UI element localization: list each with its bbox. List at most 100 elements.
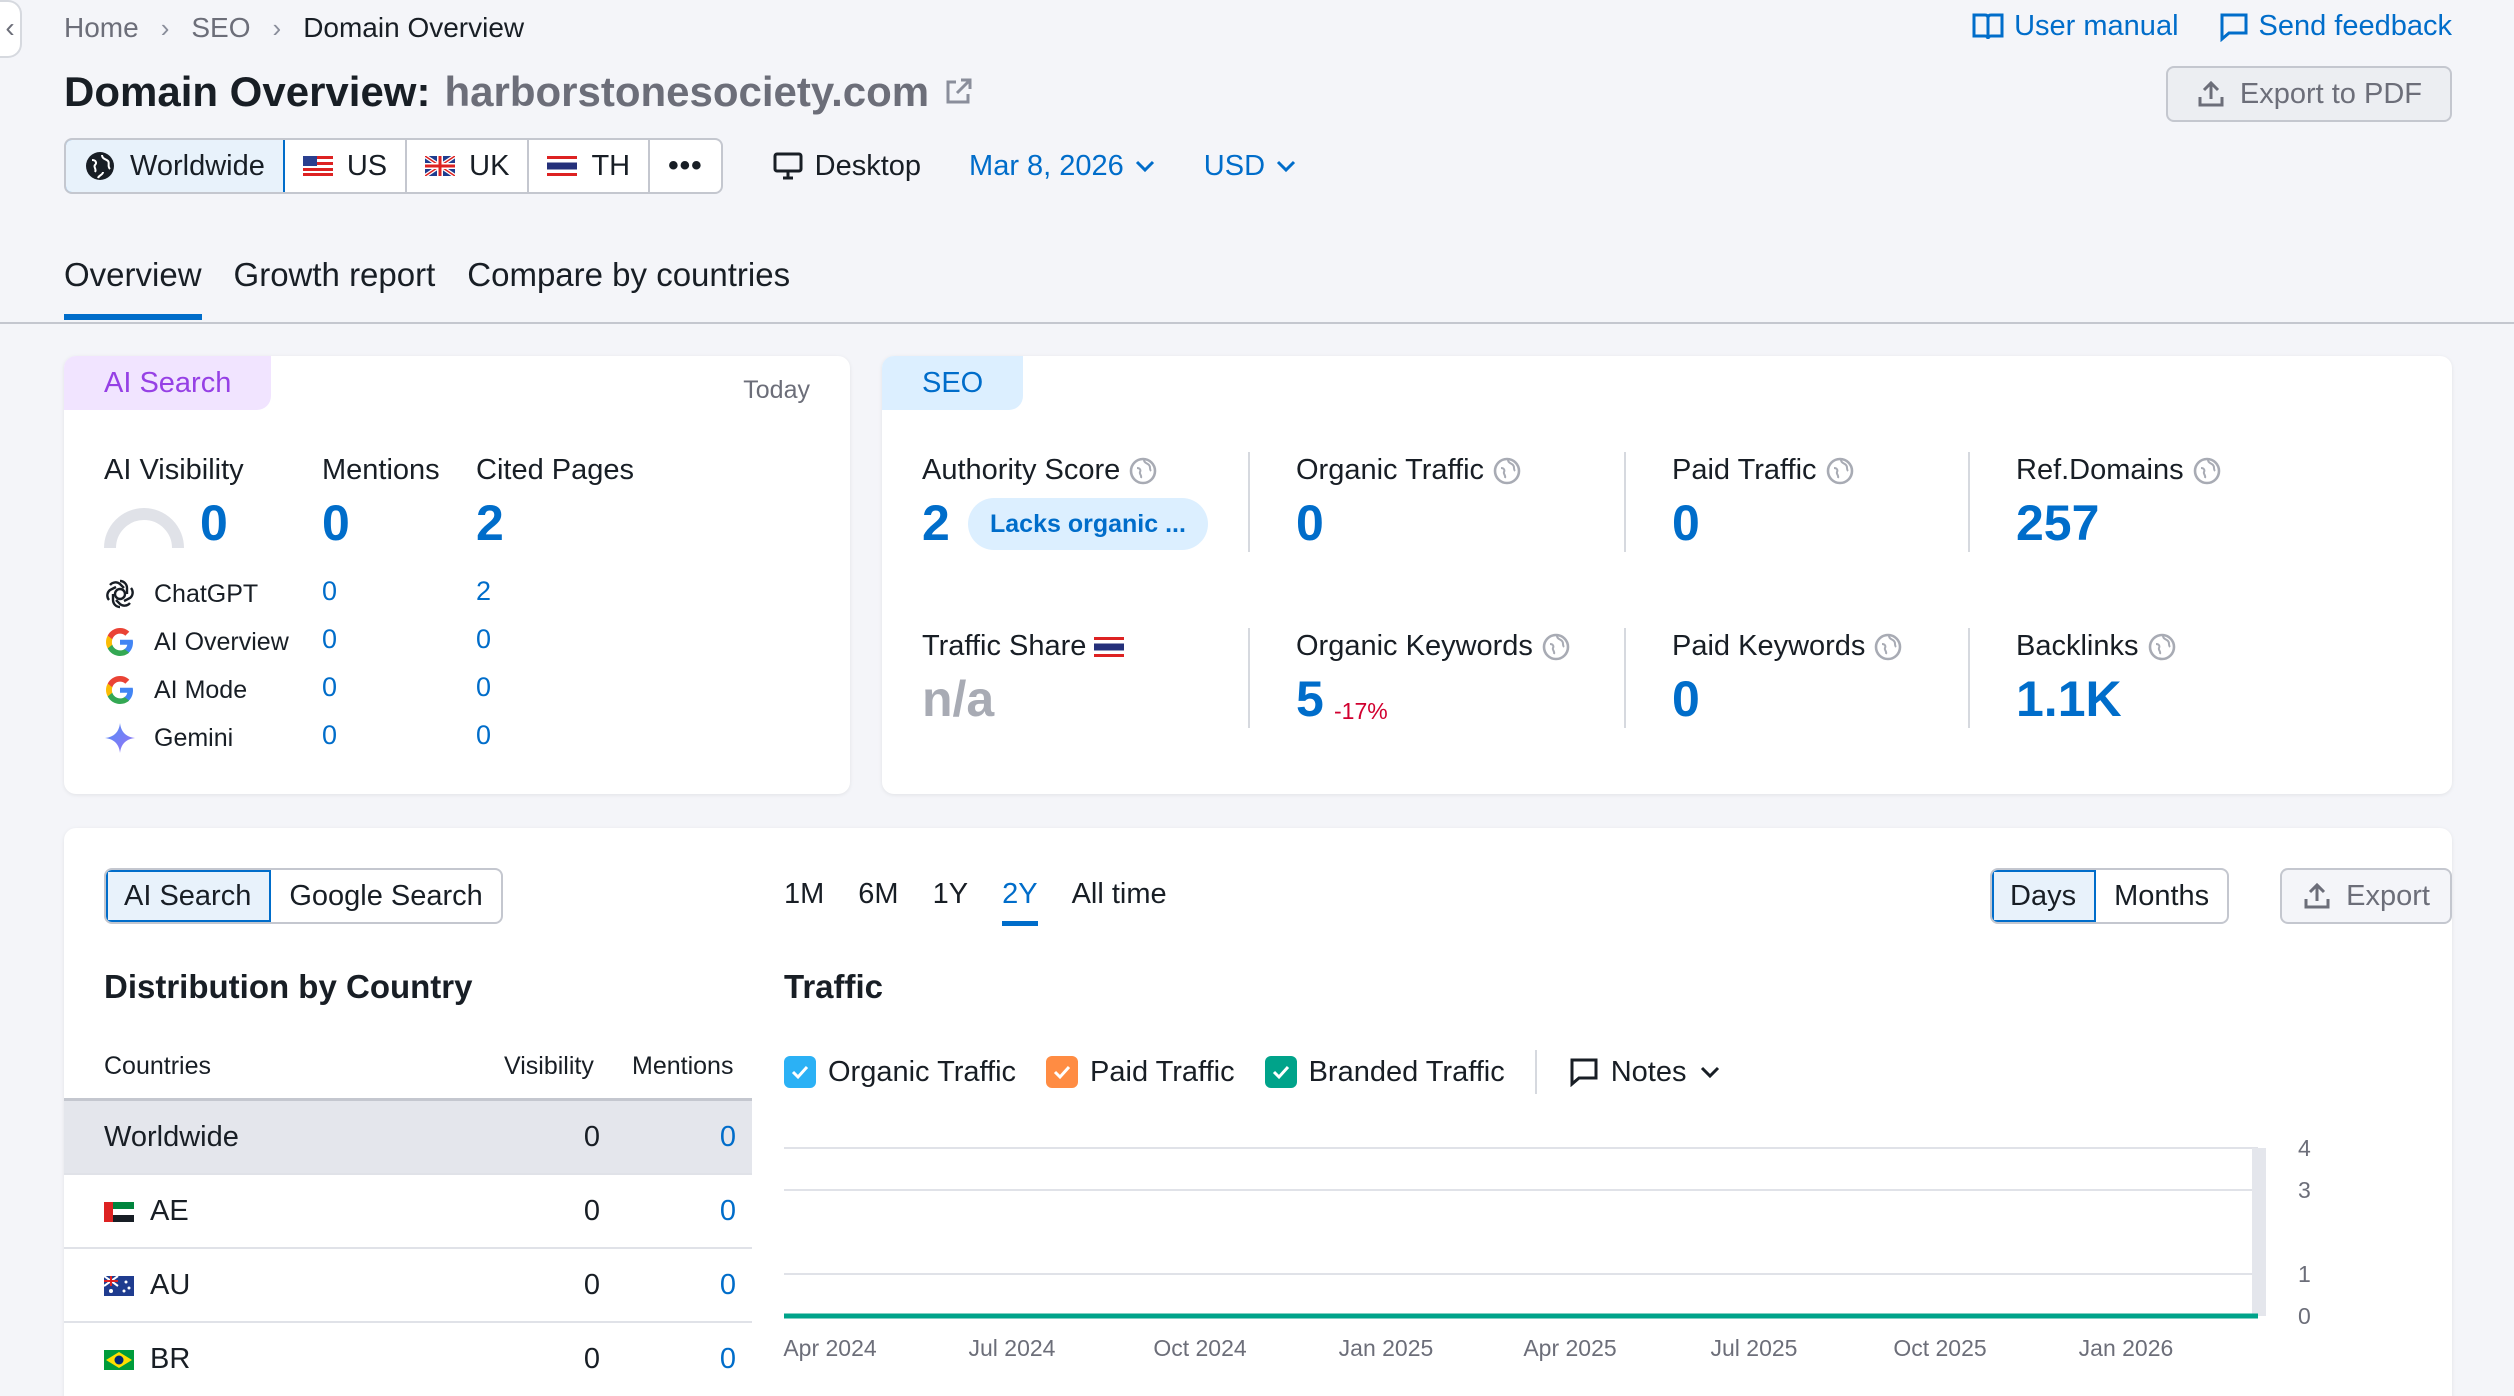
- tab-compare-countries[interactable]: Compare by countries: [467, 256, 790, 320]
- gemini-mentions[interactable]: 0: [322, 720, 337, 751]
- info-icon[interactable]: [1541, 632, 1571, 662]
- info-icon[interactable]: [2192, 456, 2222, 486]
- info-icon[interactable]: [1825, 456, 1855, 486]
- backlinks-value[interactable]: 1.1K: [2016, 670, 2122, 728]
- info-icon[interactable]: [1873, 632, 1903, 662]
- db-uk[interactable]: UK: [407, 140, 530, 192]
- authority-score-value[interactable]: 2: [922, 494, 950, 552]
- divider: [1968, 452, 1970, 552]
- br-flag-icon: [104, 1349, 134, 1370]
- y-tick-label: 4: [2298, 1135, 2311, 1161]
- chevron-down-icon: [1276, 160, 1296, 173]
- toggle-google-search[interactable]: Google Search: [271, 870, 500, 922]
- tab-growth-report[interactable]: Growth report: [234, 256, 436, 320]
- authority-status-pill[interactable]: Lacks organic ...: [968, 498, 1208, 550]
- legend-branded-traffic[interactable]: Branded Traffic: [1264, 1056, 1505, 1089]
- notes-label: Notes: [1610, 1055, 1687, 1088]
- collapse-sidebar-button[interactable]: ‹: [0, 0, 22, 58]
- toggle-ai-search[interactable]: AI Search: [106, 870, 272, 922]
- period-2y[interactable]: 2Y: [1002, 878, 1038, 926]
- mentions-cell[interactable]: 0: [720, 1269, 736, 1302]
- date-selector[interactable]: Mar 8, 2026: [969, 150, 1156, 183]
- x-tick-label: Jan 2026: [2079, 1335, 2174, 1361]
- col-mentions[interactable]: Mentions: [632, 1052, 733, 1081]
- db-us-label: US: [346, 149, 388, 182]
- toggle-days[interactable]: Days: [1992, 870, 2097, 922]
- chart-legend: Organic Traffic Paid Traffic Branded Tra…: [784, 1050, 1721, 1094]
- ai-mode-cited[interactable]: 0: [476, 672, 491, 703]
- ref-domains-value[interactable]: 257: [2016, 494, 2099, 552]
- ai-visibility-label: AI Visibility: [104, 454, 244, 486]
- mentions-cell[interactable]: 0: [720, 1121, 736, 1154]
- upload-icon: [2304, 882, 2330, 909]
- external-link-icon[interactable]: [943, 77, 973, 107]
- x-tick-label: Apr 2025: [1523, 1335, 1616, 1361]
- ai-overview-cited[interactable]: 0: [476, 624, 491, 655]
- ai-overview-mentions[interactable]: 0: [322, 624, 337, 655]
- country-name: AE: [150, 1195, 189, 1227]
- db-us[interactable]: US: [285, 140, 408, 192]
- legend-paid-traffic[interactable]: Paid Traffic: [1046, 1056, 1235, 1089]
- period-selector: 1M 6M 1Y 2Y All time: [784, 878, 1167, 926]
- period-all-time[interactable]: All time: [1072, 878, 1167, 926]
- checkbox-checked-icon: [1264, 1056, 1297, 1088]
- source-ai-mode: AI Mode: [104, 674, 247, 706]
- table-row[interactable]: BR 0 0: [64, 1323, 752, 1396]
- table-row[interactable]: AU 0 0: [64, 1249, 752, 1323]
- paid-traffic-value[interactable]: 0: [1672, 494, 1700, 552]
- mentions-cell[interactable]: 0: [720, 1343, 736, 1376]
- db-worldwide[interactable]: Worldwide: [65, 140, 285, 192]
- gemini-icon: [105, 723, 135, 753]
- organic-traffic-value[interactable]: 0: [1296, 494, 1324, 552]
- database-selector: Worldwide US UK TH •••: [64, 138, 723, 194]
- organic-keywords-value[interactable]: 5: [1296, 670, 1324, 728]
- col-countries[interactable]: Countries: [104, 1052, 211, 1081]
- seo-tag: SEO: [882, 356, 1024, 410]
- col-visibility[interactable]: Visibility: [504, 1052, 594, 1081]
- ai-mode-mentions[interactable]: 0: [322, 672, 337, 703]
- ai-search-card: AI Search Today AI Visibility 0 Mentions…: [64, 356, 850, 794]
- db-th[interactable]: TH: [529, 140, 651, 192]
- export-label: Export: [2346, 879, 2430, 912]
- traffic-chart[interactable]: 4 3 1 0 Apr 2024 Jul 2024 Oct 2024 Jan 2025 Apr …: [780, 1120, 2340, 1396]
- toggle-months[interactable]: Months: [2096, 870, 2227, 922]
- info-icon[interactable]: [1492, 456, 1522, 486]
- source-chatgpt: ChatGPT: [104, 578, 258, 610]
- period-6m[interactable]: 6M: [858, 878, 898, 926]
- notes-dropdown[interactable]: Notes: [1534, 1050, 1721, 1094]
- table-row[interactable]: AE 0 0: [64, 1175, 752, 1249]
- breadcrumb-seo[interactable]: SEO: [191, 12, 250, 44]
- mentions-value[interactable]: 0: [322, 494, 350, 552]
- send-feedback-link[interactable]: Send feedback: [2219, 10, 2452, 43]
- user-manual-label: User manual: [2014, 10, 2179, 42]
- ai-visibility-value[interactable]: 0: [200, 494, 228, 552]
- device-selector[interactable]: Desktop: [773, 150, 921, 183]
- period-1m[interactable]: 1M: [784, 878, 824, 926]
- db-more-button[interactable]: •••: [650, 140, 721, 192]
- chevron-down-icon: [1135, 160, 1154, 173]
- period-1y[interactable]: 1Y: [933, 878, 968, 926]
- traffic-title: Traffic: [784, 968, 884, 1005]
- y-tick-label: 1: [2298, 1261, 2311, 1287]
- export-button[interactable]: Export: [2280, 868, 2452, 924]
- info-icon[interactable]: [1128, 456, 1158, 486]
- legend-organic-traffic[interactable]: Organic Traffic: [784, 1056, 1016, 1089]
- mentions-cell[interactable]: 0: [720, 1195, 736, 1228]
- chatgpt-mentions[interactable]: 0: [322, 576, 337, 607]
- chatgpt-cited[interactable]: 2: [476, 576, 491, 607]
- chevron-down-icon: [1700, 1066, 1719, 1079]
- legend-paid-label: Paid Traffic: [1090, 1055, 1235, 1088]
- source-gemini-name: Gemini: [154, 723, 234, 752]
- gemini-cited[interactable]: 0: [476, 720, 491, 751]
- device-label: Desktop: [814, 149, 922, 182]
- currency-selector[interactable]: USD: [1204, 150, 1297, 183]
- export-pdf-button[interactable]: Export to PDF: [2165, 66, 2452, 122]
- paid-keywords-value[interactable]: 0: [1672, 670, 1700, 728]
- breadcrumb-home[interactable]: Home: [64, 12, 139, 44]
- table-row[interactable]: Worldwide 0 0: [64, 1101, 752, 1175]
- cited-pages-value[interactable]: 2: [476, 494, 504, 552]
- traffic-share-text: Traffic Share: [922, 630, 1087, 662]
- info-icon[interactable]: [2147, 632, 2177, 662]
- user-manual-link[interactable]: User manual: [1972, 10, 2179, 43]
- tab-overview[interactable]: Overview: [64, 256, 202, 320]
